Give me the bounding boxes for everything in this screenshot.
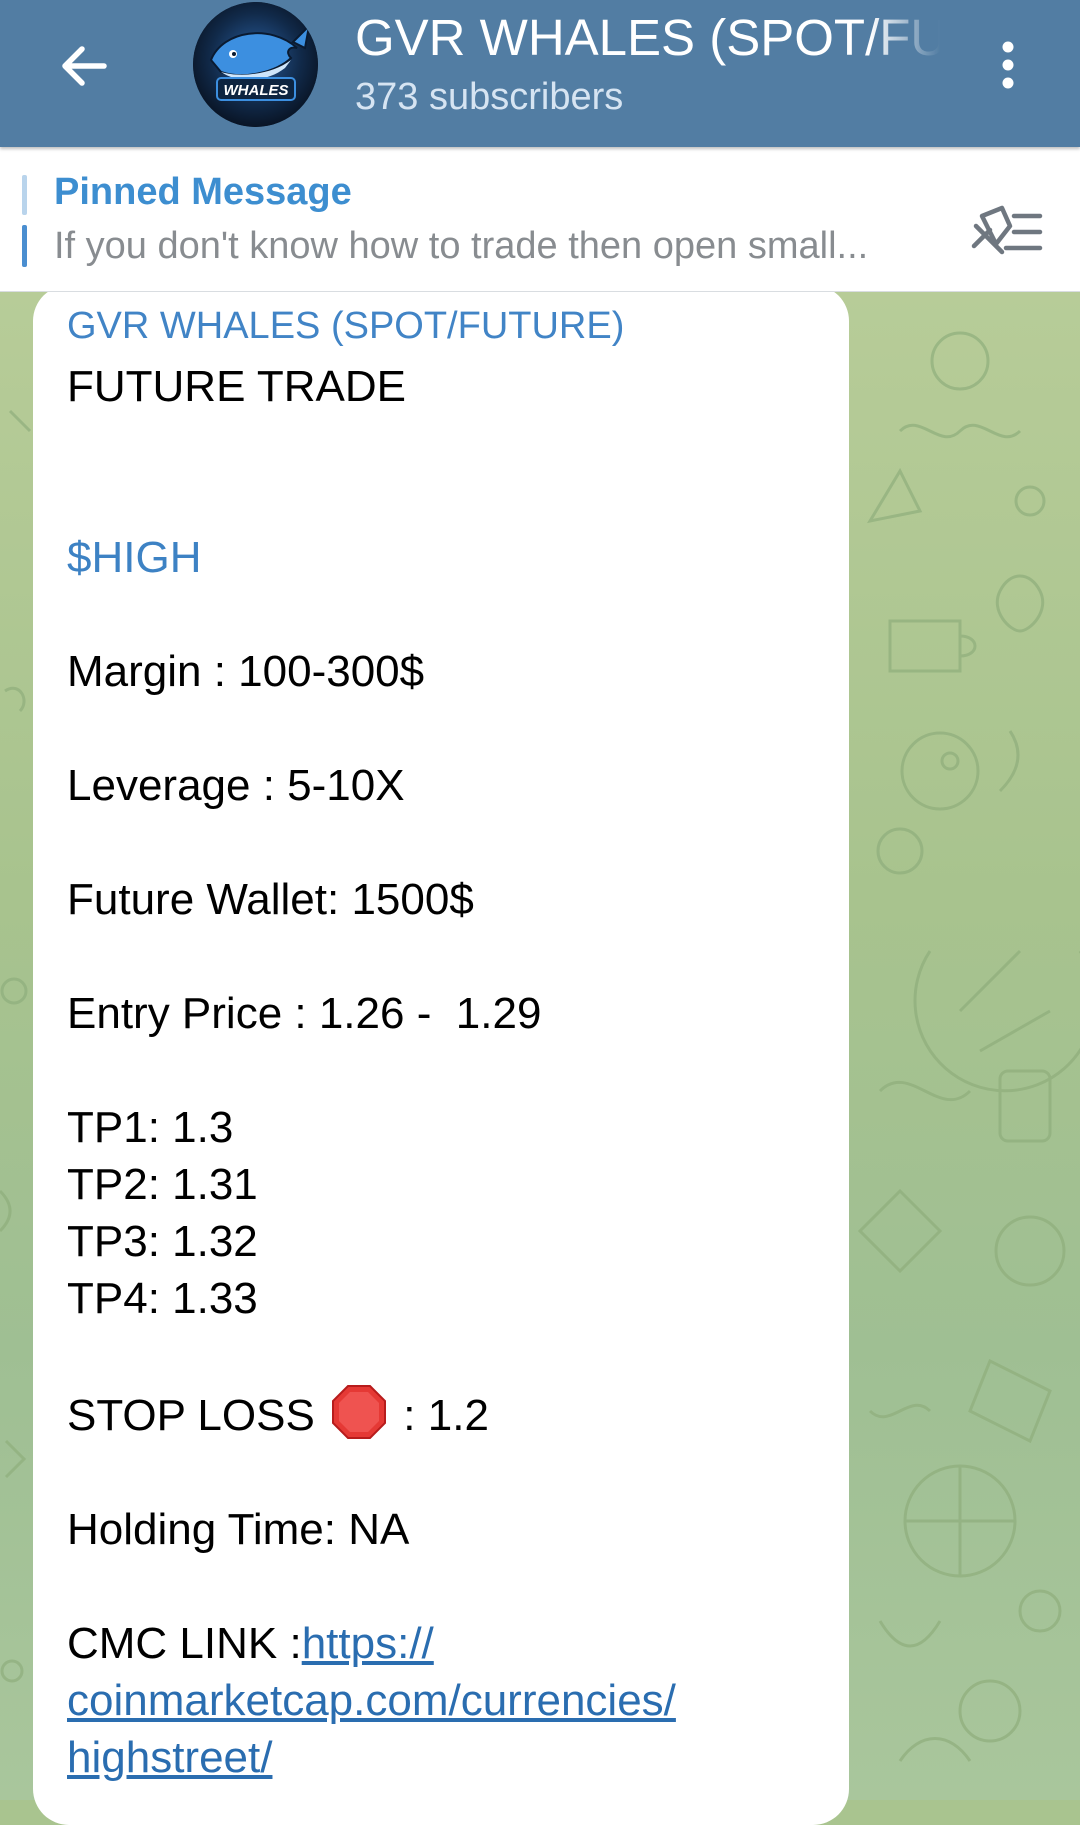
entry-price-line: Entry Price : 1.26 - 1.29 bbox=[67, 989, 542, 1038]
pinned-indicator-active bbox=[22, 225, 27, 267]
pin-list-icon bbox=[971, 205, 1043, 255]
channel-title[interactable]: GVR WHALES (SPOT/FUTURE) bbox=[355, 8, 940, 68]
margin-line: Margin : 100-300$ bbox=[67, 647, 425, 696]
pinned-message-bar[interactable]: Pinned Message If you don't know how to … bbox=[0, 147, 1080, 292]
back-button[interactable] bbox=[48, 30, 120, 102]
stop-loss-line: STOP LOSS : 1.2 bbox=[67, 1384, 807, 1444]
cmc-label: CMC LINK : bbox=[67, 1619, 302, 1668]
cmc-link-part-3[interactable]: highstreet/ bbox=[67, 1729, 807, 1786]
pinned-indicator-inactive bbox=[22, 175, 27, 215]
whale-logo-icon: WHALES bbox=[193, 2, 318, 127]
pinned-preview-text: If you don't know how to trade then open… bbox=[54, 225, 869, 267]
cashtag-link[interactable]: $HIGH bbox=[67, 529, 807, 586]
tp2-line: TP2: 1.31 bbox=[67, 1160, 258, 1209]
pinned-list-button[interactable] bbox=[960, 187, 1050, 277]
stop-loss-label: STOP LOSS bbox=[67, 1391, 315, 1440]
pinned-title: Pinned Message bbox=[54, 171, 352, 213]
more-options-button[interactable] bbox=[978, 30, 1038, 100]
cmc-link-part-1[interactable]: https:// bbox=[302, 1619, 434, 1668]
future-wallet-line: Future Wallet: 1500$ bbox=[67, 875, 474, 924]
stop-loss-value: : 1.2 bbox=[403, 1391, 489, 1440]
holding-time-line: Holding Time: NA bbox=[67, 1505, 410, 1554]
leverage-line: Leverage : 5-10X bbox=[67, 761, 405, 810]
more-vertical-icon bbox=[1002, 41, 1014, 89]
message-heading: FUTURE TRADE bbox=[67, 362, 406, 411]
tp1-line: TP1: 1.3 bbox=[67, 1103, 234, 1152]
chat-header: WHALES GVR WHALES (SPOT/FUTURE) 373 subs… bbox=[0, 0, 1080, 147]
cmc-link-part-2[interactable]: coinmarketcap.com/currencies/ bbox=[67, 1672, 807, 1729]
avatar-text: WHALES bbox=[224, 82, 289, 99]
channel-avatar[interactable]: WHALES bbox=[193, 2, 318, 127]
subscriber-count: 373 subscribers bbox=[355, 76, 624, 118]
tp3-line: TP3: 1.32 bbox=[67, 1217, 258, 1266]
tp4-line: TP4: 1.33 bbox=[67, 1274, 258, 1323]
stop-sign-icon bbox=[332, 1385, 387, 1439]
message-body: FUTURE TRADE $HIGH Margin : 100-300$ Lev… bbox=[67, 358, 807, 1786]
cmc-line: CMC LINK :https:// bbox=[67, 1615, 807, 1672]
arrow-left-icon bbox=[62, 46, 107, 86]
message-author[interactable]: GVR WHALES (SPOT/FUTURE) bbox=[67, 303, 624, 349]
